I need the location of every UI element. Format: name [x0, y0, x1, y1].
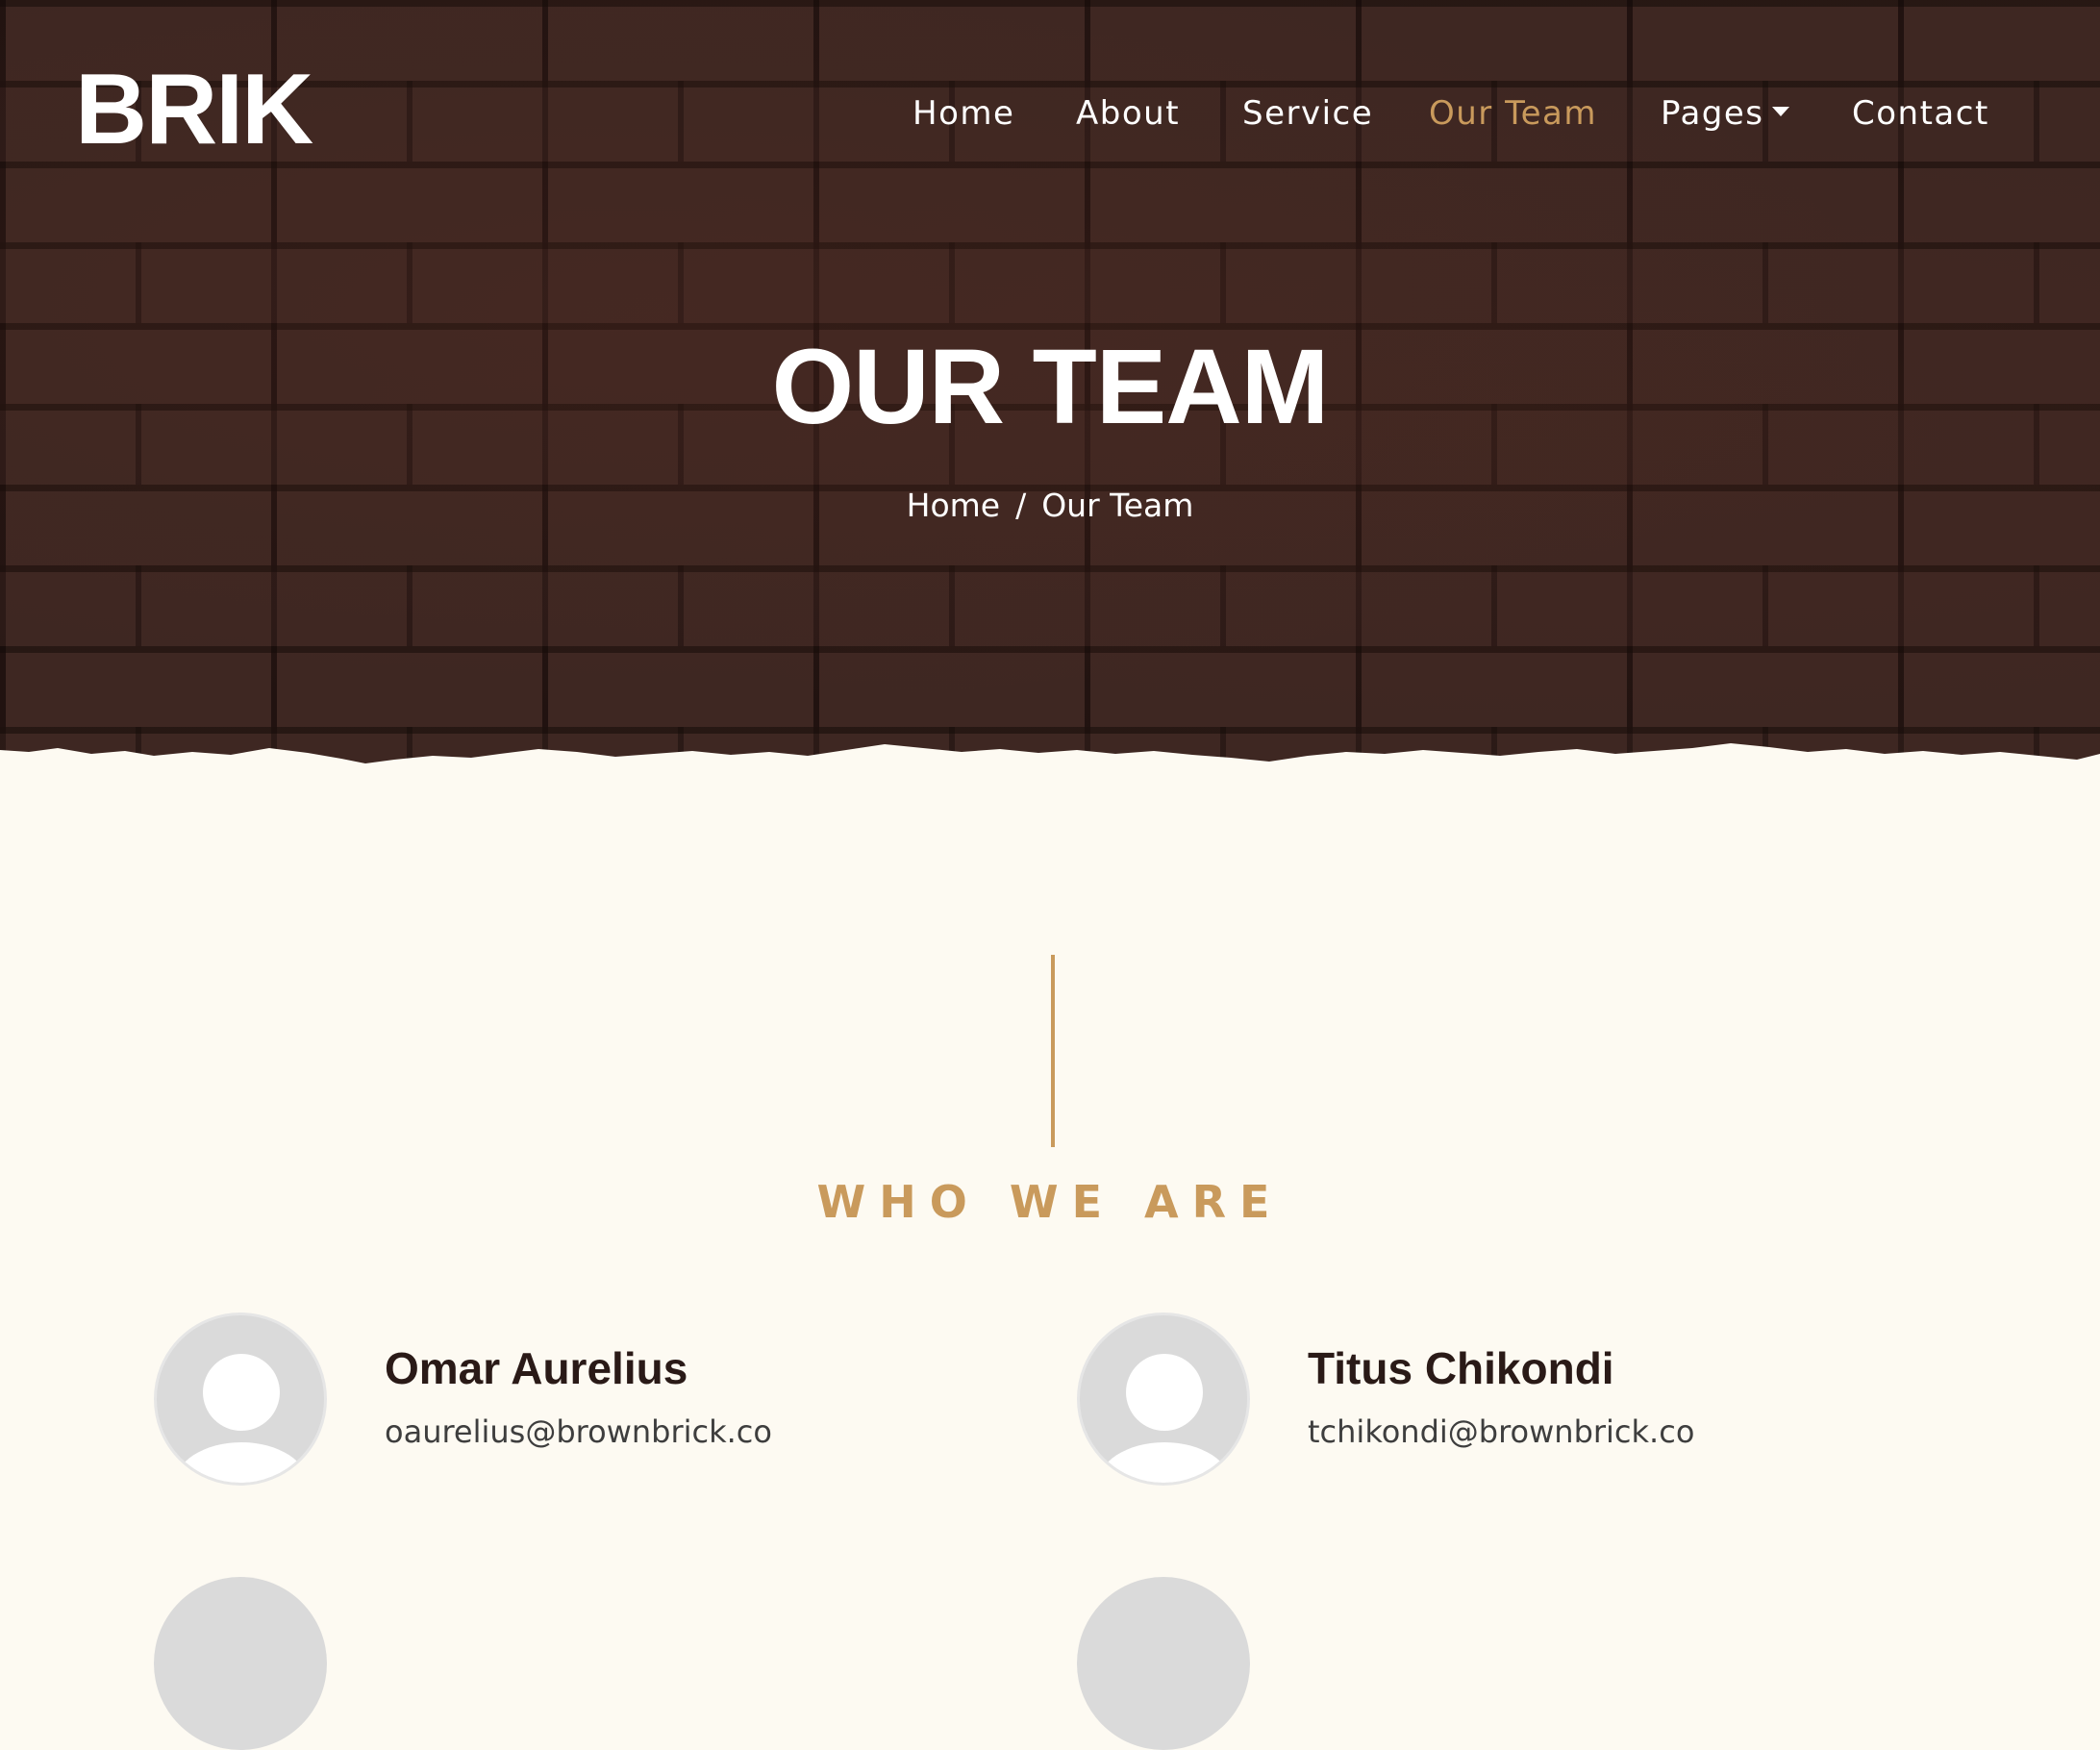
- avatar-partial: [1077, 1577, 1250, 1750]
- member-email-link[interactable]: oaurelius@brownbrick.co: [385, 1412, 772, 1451]
- nav-pages-label: Pages: [1661, 94, 1764, 133]
- breadcrumb-current: Our Team: [1041, 487, 1194, 524]
- torn-paper-edge: [0, 743, 2100, 779]
- nav-pages-dropdown[interactable]: Pages: [1661, 92, 1789, 135]
- member-name: Titus Chikondi: [1308, 1343, 1614, 1393]
- nav-service[interactable]: Service: [1242, 92, 1373, 135]
- section-heading: WHO WE ARE: [816, 1176, 1284, 1228]
- nav-home[interactable]: Home: [912, 92, 1014, 135]
- breadcrumb: Home / Our Team: [0, 485, 2100, 527]
- nav-contact[interactable]: Contact: [1852, 92, 1989, 135]
- page-title: OUR TEAM: [771, 328, 1330, 446]
- section-divider-line: [1051, 955, 1055, 1147]
- main-nav: Home About Service Our Team Pages Contac…: [0, 92, 2100, 140]
- avatar-partial: [154, 1577, 327, 1750]
- member-email-link[interactable]: tchikondi@brownbrick.co: [1308, 1412, 1694, 1451]
- hero-banner: BRIK Home About Service Our Team Pages C…: [0, 0, 2100, 779]
- nav-about[interactable]: About: [1076, 92, 1180, 135]
- breadcrumb-separator: /: [1015, 487, 1027, 524]
- caret-down-icon: [1771, 106, 1789, 116]
- nav-our-team[interactable]: Our Team: [1429, 92, 1597, 135]
- member-name: Omar Aurelius: [385, 1343, 688, 1393]
- user-placeholder-icon: [154, 1312, 327, 1486]
- user-placeholder-icon: [1077, 1312, 1250, 1486]
- breadcrumb-home-link[interactable]: Home: [907, 487, 1000, 524]
